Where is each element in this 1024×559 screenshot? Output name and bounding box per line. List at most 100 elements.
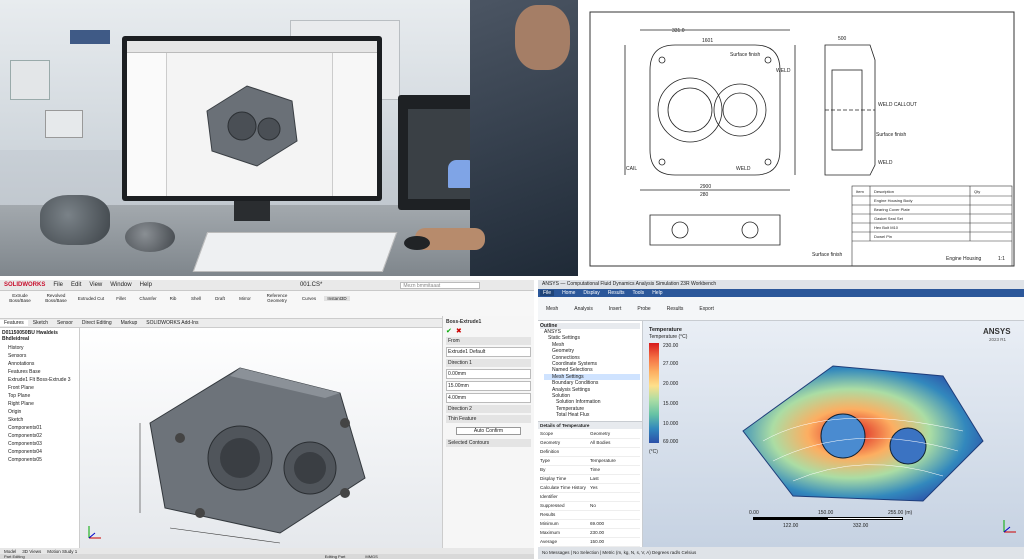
details-panel: Details of Temperature Scope Geometry Geom… <box>538 421 643 547</box>
tree-item[interactable]: Features Base <box>8 368 77 376</box>
pm-section[interactable]: Thin Feature <box>446 415 531 423</box>
pm-value-field[interactable]: 0.00mm <box>446 369 531 379</box>
tree-item[interactable]: Right Plane <box>8 400 77 408</box>
tree-item[interactable]: Components02 <box>8 432 77 440</box>
tree-item[interactable]: Top Plane <box>8 392 77 400</box>
pm-section[interactable]: Direction 2 <box>446 405 531 413</box>
ribbon-curves-button[interactable]: Curves <box>298 296 320 301</box>
tab-file[interactable]: File <box>540 290 555 296</box>
pm-section[interactable]: Selected Contours <box>446 439 531 447</box>
pm-section[interactable]: From <box>446 337 531 345</box>
ribbon-revolve-button[interactable]: Revolved Boss/Base <box>40 293 72 303</box>
ribbon-rib-button[interactable]: Rib <box>164 296 182 301</box>
status-units[interactable]: MMGS <box>365 554 377 559</box>
ribbon-draft-button[interactable]: Draft <box>210 296 230 301</box>
details-row[interactable]: Calculate Time History Yes <box>540 484 640 493</box>
details-row[interactable]: Minimum 69.000 <box>540 520 640 529</box>
tab-sensor[interactable]: Sensor <box>53 320 77 326</box>
pm-value-field[interactable]: 15.00mm <box>446 381 531 391</box>
pm-subtitle[interactable]: Extrude1 Default <box>446 347 531 357</box>
pm-value-field[interactable]: 4.00mm <box>446 393 531 403</box>
details-row[interactable]: Suppressed No <box>540 502 640 511</box>
ribbon-refgeom-button[interactable]: Reference Geometry <box>260 293 294 303</box>
tab-3d-views[interactable]: 3D Views <box>22 549 41 554</box>
dim-label: 331.0 <box>672 28 685 34</box>
ribbon-mesh-group[interactable]: Mesh <box>546 306 558 312</box>
tree-root[interactable]: D01150050BU Hwaldeis Bhdleidreal <box>2 330 77 342</box>
tree-item[interactable]: Annotations <box>8 360 77 368</box>
ribbon-probe-group[interactable]: Probe <box>637 306 650 312</box>
ribbon-extrude-button[interactable]: Extrude Boss/Base <box>4 293 36 303</box>
details-row[interactable]: Results <box>540 511 640 520</box>
part-3d-model[interactable] <box>80 328 442 548</box>
callout-surface-finish: Surface finish <box>812 252 843 258</box>
tree-item[interactable]: Components03 <box>8 440 77 448</box>
ribbon-mirror-button[interactable]: Mirror <box>234 296 256 301</box>
screen-tree <box>127 53 167 196</box>
menu-window[interactable]: Window <box>110 282 131 288</box>
cad-viewport[interactable] <box>80 328 442 548</box>
details-row[interactable]: Type Temperature <box>540 457 640 466</box>
details-row[interactable]: Definition <box>540 448 640 457</box>
ribbon-cut-button[interactable]: Extruded Cut <box>76 296 106 301</box>
ribbon-results-group[interactable]: Results <box>667 306 684 312</box>
details-row[interactable]: Average 150.00 <box>540 538 640 547</box>
tab-tools[interactable]: Tools <box>633 290 645 296</box>
tab-help[interactable]: Help <box>652 290 662 296</box>
ansys-ribbon-tabs: File Home Display Results Tools Help <box>538 289 1024 297</box>
tree-item[interactable]: History <box>8 344 77 352</box>
tree-item[interactable]: Components05 <box>8 456 77 464</box>
details-row[interactable]: Scope Geometry <box>540 430 640 439</box>
dim-label: 2900 <box>700 184 712 190</box>
wall-poster <box>10 60 50 100</box>
ribbon-analysis-group[interactable]: Analysis <box>574 306 593 312</box>
ribbon-shell-button[interactable]: Shell <box>186 296 206 301</box>
pm-section[interactable]: Direction 1 <box>446 359 531 367</box>
bom-row: Bearing Cover Plate <box>874 207 910 212</box>
ansys-viewport[interactable]: Temperature Temperature (°C) 230.00 27.0… <box>643 321 1024 547</box>
ansys-logo: ANSYS <box>983 327 1011 336</box>
details-row[interactable]: Display Time Last <box>540 475 640 484</box>
ribbon-export-group[interactable]: Export <box>699 306 713 312</box>
details-row[interactable]: Maximum 230.00 <box>540 529 640 538</box>
menu-file[interactable]: File <box>53 282 63 288</box>
tab-markup[interactable]: Markup <box>117 320 142 326</box>
tab-sketch[interactable]: Sketch <box>29 320 52 326</box>
outline-item[interactable]: Total Heat Flux <box>544 412 640 418</box>
auto-confirm-button[interactable]: Auto Confirm <box>456 427 521 435</box>
details-row[interactable]: Geometry All Bodies <box>540 439 640 448</box>
tab-features[interactable]: Features <box>0 320 28 326</box>
tree-item[interactable]: Sensors <box>8 352 77 360</box>
tab-model[interactable]: Model <box>4 549 16 554</box>
tree-item[interactable]: Components01 <box>8 424 77 432</box>
ribbon-insert-group[interactable]: Insert <box>609 306 622 312</box>
cfd-heatmap-model[interactable] <box>713 341 1003 511</box>
tab-home[interactable]: Home <box>562 290 575 296</box>
tab-direct-editing[interactable]: Direct Editing <box>78 320 116 326</box>
ribbon-fillet-button[interactable]: Fillet <box>110 296 132 301</box>
legend-value: 15.000 <box>663 401 679 407</box>
search-input[interactable]: Mezn bmmitaaat <box>400 281 481 289</box>
ok-check-icon[interactable]: ✔ <box>446 327 452 335</box>
tree-item[interactable]: Front Plane <box>8 384 77 392</box>
tab-motion-study[interactable]: Motion Study 1 <box>47 549 77 554</box>
dim-label: 1601 <box>702 38 714 44</box>
menu-help[interactable]: Help <box>140 282 152 288</box>
menu-view[interactable]: View <box>89 282 102 288</box>
tree-item[interactable]: Origin <box>8 408 77 416</box>
ribbon-instant3d-button[interactable]: Instant3D <box>324 295 350 301</box>
tab-addins[interactable]: SOLIDWORKS Add-Ins <box>142 320 202 326</box>
details-value: Geometry <box>590 431 611 436</box>
details-row[interactable]: By Time <box>540 466 640 475</box>
tab-results[interactable]: Results <box>608 290 625 296</box>
tree-item[interactable]: Extrude1 Flt Boss-Extrude 3 <box>8 376 77 384</box>
details-value <box>590 448 640 456</box>
wall-poster <box>45 110 83 138</box>
tab-display[interactable]: Display <box>583 290 599 296</box>
tree-item[interactable]: Components04 <box>8 448 77 456</box>
cancel-x-icon[interactable]: ✖ <box>456 327 462 335</box>
ribbon-chamfer-button[interactable]: Chamfer <box>136 296 160 301</box>
menu-edit[interactable]: Edit <box>71 282 81 288</box>
tree-item[interactable]: Sketch <box>8 416 77 424</box>
details-row[interactable]: Identifier <box>540 493 640 502</box>
